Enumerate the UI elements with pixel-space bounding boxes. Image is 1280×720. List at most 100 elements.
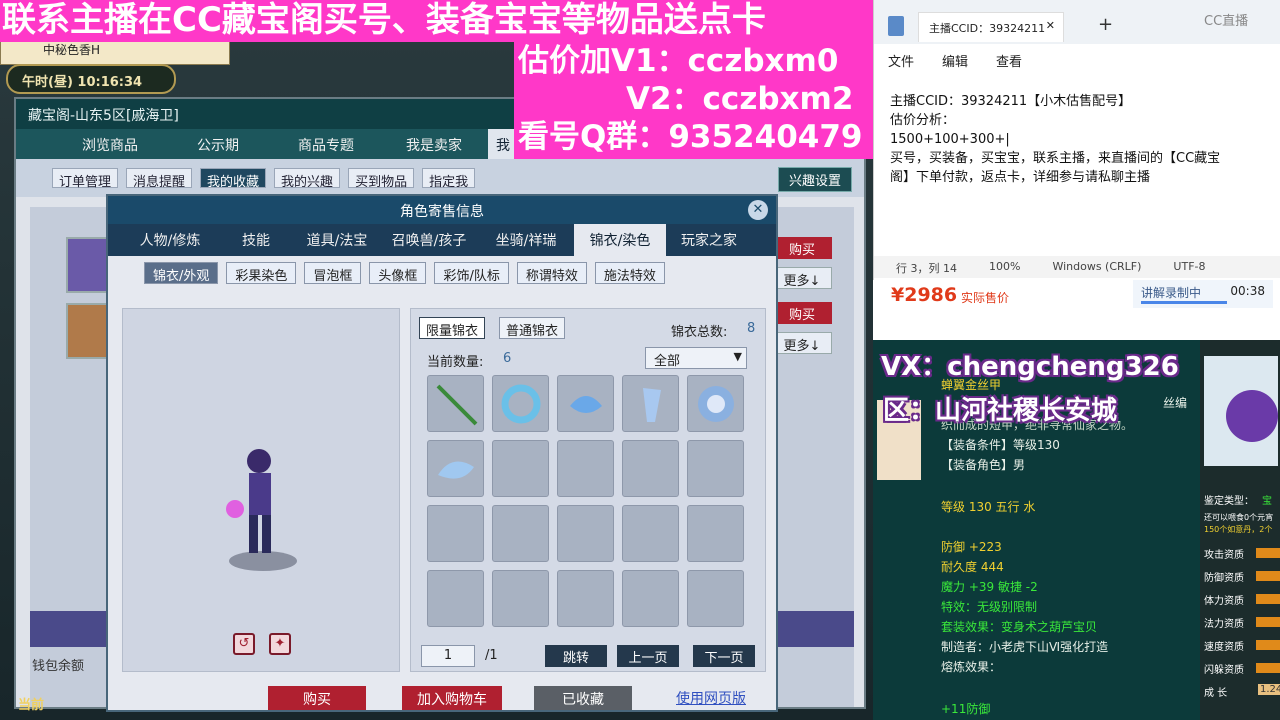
costume-slot[interactable] [427,375,484,432]
page-total: /1 [485,648,498,663]
game-clock: 午时(昼) 10:16:34 [6,64,176,94]
item-smelt-value: +11防御 [941,702,991,716]
dialog-subtab[interactable]: 称谓特效 [516,262,587,284]
pet-attr-label: 速度资质 [1204,642,1244,653]
notepad-tab-title: 主播CCID：39324211 [929,22,1046,35]
pet-note: 还可以喂食0个元宵 [1204,513,1274,522]
store-tab[interactable]: 我是卖家 [380,129,488,159]
pet-growth-label: 成 长 [1204,688,1228,699]
buy-button[interactable]: 购买 [268,686,366,710]
cc-watermark: CC直播 [1204,14,1249,29]
prev-page-button[interactable]: 上一页 [617,645,679,667]
avatar [66,237,110,293]
costume-slot-empty[interactable] [492,505,549,562]
costume-slot-empty[interactable] [687,570,744,627]
costume-slot-empty[interactable] [427,570,484,627]
dialog-subtab[interactable]: 彩果染色 [226,262,297,284]
costume-slot-empty[interactable] [492,570,549,627]
recording-progress [1141,301,1227,304]
web-version-link[interactable]: 使用网页版 [676,688,746,708]
normal-costume-tab[interactable]: 普通锦衣 [499,317,566,339]
promo-banner: 联系主播在CC藏宝阁买号、装备宝宝等物品送点卡 [0,0,873,42]
close-icon[interactable]: ✕ [748,200,768,220]
total-label: 锦衣总数: [671,325,728,340]
dialog-tab[interactable]: 道具/法宝 [294,224,380,256]
action-icon[interactable]: ✦ [269,633,291,655]
costume-slot-empty[interactable] [687,505,744,562]
dialog-tab[interactable]: 技能 [218,224,294,256]
count-value: 6 [503,351,512,366]
dialog-tab[interactable]: 召唤兽/孩子 [380,224,478,256]
filter-select[interactable]: 全部 ▼ [645,347,747,369]
store-subtab[interactable]: 订单管理 [52,168,119,190]
costume-slot-empty[interactable] [622,440,679,497]
dialog-tab[interactable]: 人物/修炼 [122,224,218,256]
costume-slot-empty[interactable] [492,440,549,497]
new-tab-icon[interactable]: + [1098,14,1113,35]
store-subtab[interactable]: 消息提醒 [126,168,193,190]
more-button[interactable]: 更多↓ [772,267,832,289]
pet-attr-label: 法力资质 [1204,619,1244,630]
hud-current-label[interactable]: 当前 [18,694,44,713]
jump-button[interactable]: 跳转 [545,645,607,667]
favorited-button[interactable]: 已收藏 [534,686,632,710]
pet-attr-label: 攻击资质 [1204,550,1244,561]
costume-slot-empty[interactable] [622,505,679,562]
costume-slot-empty[interactable] [557,505,614,562]
pet-attr-bar [1256,640,1280,650]
store-tab[interactable]: 浏览商品 [56,129,164,159]
item-level: 等级 130 五行 水 [941,500,1036,514]
total-value: 8 [747,321,756,336]
dialog-subtab[interactable]: 冒泡框 [304,262,362,284]
costume-slot[interactable] [492,375,549,432]
next-page-button[interactable]: 下一页 [693,645,755,667]
more-button[interactable]: 更多↓ [772,332,832,354]
page-input[interactable]: 1 [421,645,475,667]
store-subtabs: 订单管理 消息提醒 我的收藏 我的兴趣 买到物品 指定我 兴趣设置 [16,159,864,197]
dialog-subtab[interactable]: 施法特效 [594,262,665,284]
menu-view[interactable]: 查看 [996,51,1022,70]
buy-button[interactable]: 购买 [772,237,832,259]
dialog-subtab[interactable]: 头像框 [369,262,427,284]
character-preview: ↺ ✦ [122,308,400,672]
store-tab[interactable]: 公示期 [164,129,272,159]
store-subtab[interactable]: 买到物品 [348,168,415,190]
costume-slot-empty[interactable] [557,440,614,497]
interest-settings-button[interactable]: 兴趣设置 [777,167,852,192]
notepad-tab[interactable]: 主播CCID：39324211 ✕ [918,12,1064,42]
costume-slot-empty[interactable] [622,570,679,627]
notepad-text-area[interactable]: 主播CCID：39324211【小木估售配号】 估价分析： 1500+100+3… [890,92,1270,187]
dialog-subtab[interactable]: 彩饰/队标 [434,262,509,284]
menu-edit[interactable]: 编辑 [942,51,968,70]
buy-button[interactable]: 购买 [772,302,832,324]
item-info-panel: 蝉翼金丝甲 丝编 织而成的短甲，绝非寻常仙家之物。 【装备条件】等级130 【装… [873,340,1200,720]
costume-slot[interactable] [687,375,744,432]
costume-slot-empty[interactable] [687,440,744,497]
store-subtab[interactable]: 指定我 [422,168,476,190]
costume-slot-empty[interactable] [427,505,484,562]
limited-costume-tab[interactable]: 限量锦衣 [419,317,486,339]
dialog-tab[interactable]: 坐骑/祥瑞 [478,224,574,256]
dialog-tab[interactable]: 玩家之家 [666,224,752,256]
text-line: 买号，买装备，买宝宝，联系主播，来直播间的【CC藏宝 [890,151,1221,166]
text-line: 1500+100+300+| [890,132,1010,147]
close-icon[interactable]: ✕ [1046,19,1055,32]
costume-slot-empty[interactable] [557,570,614,627]
menu-file[interactable]: 文件 [888,51,914,70]
dialog-subtab-active[interactable]: 锦衣/外观 [144,262,219,284]
pet-attr-bar [1256,571,1280,581]
cursor-position: 行 3，列 14 [896,262,957,275]
add-to-cart-button[interactable]: 加入购物车 [402,686,502,710]
costume-slot[interactable] [427,440,484,497]
dialog-tab-active[interactable]: 锦衣/染色 [574,224,666,256]
price-bar: ¥2986 实际售价 讲解录制中 00:38 [873,280,1280,340]
item-magic: 魔力 +39 敏捷 -2 [941,580,1038,594]
store-subtab[interactable]: 我的兴趣 [274,168,341,190]
costume-slot[interactable] [557,375,614,432]
store-subtab-active[interactable]: 我的收藏 [200,168,267,190]
rotate-icon[interactable]: ↺ [233,633,255,655]
pet-type-value: 宝 [1262,496,1272,507]
store-tab[interactable]: 商品专题 [272,129,380,159]
text-line: 主播CCID：39324211【小木估售配号】 [890,94,1132,109]
costume-slot[interactable] [622,375,679,432]
